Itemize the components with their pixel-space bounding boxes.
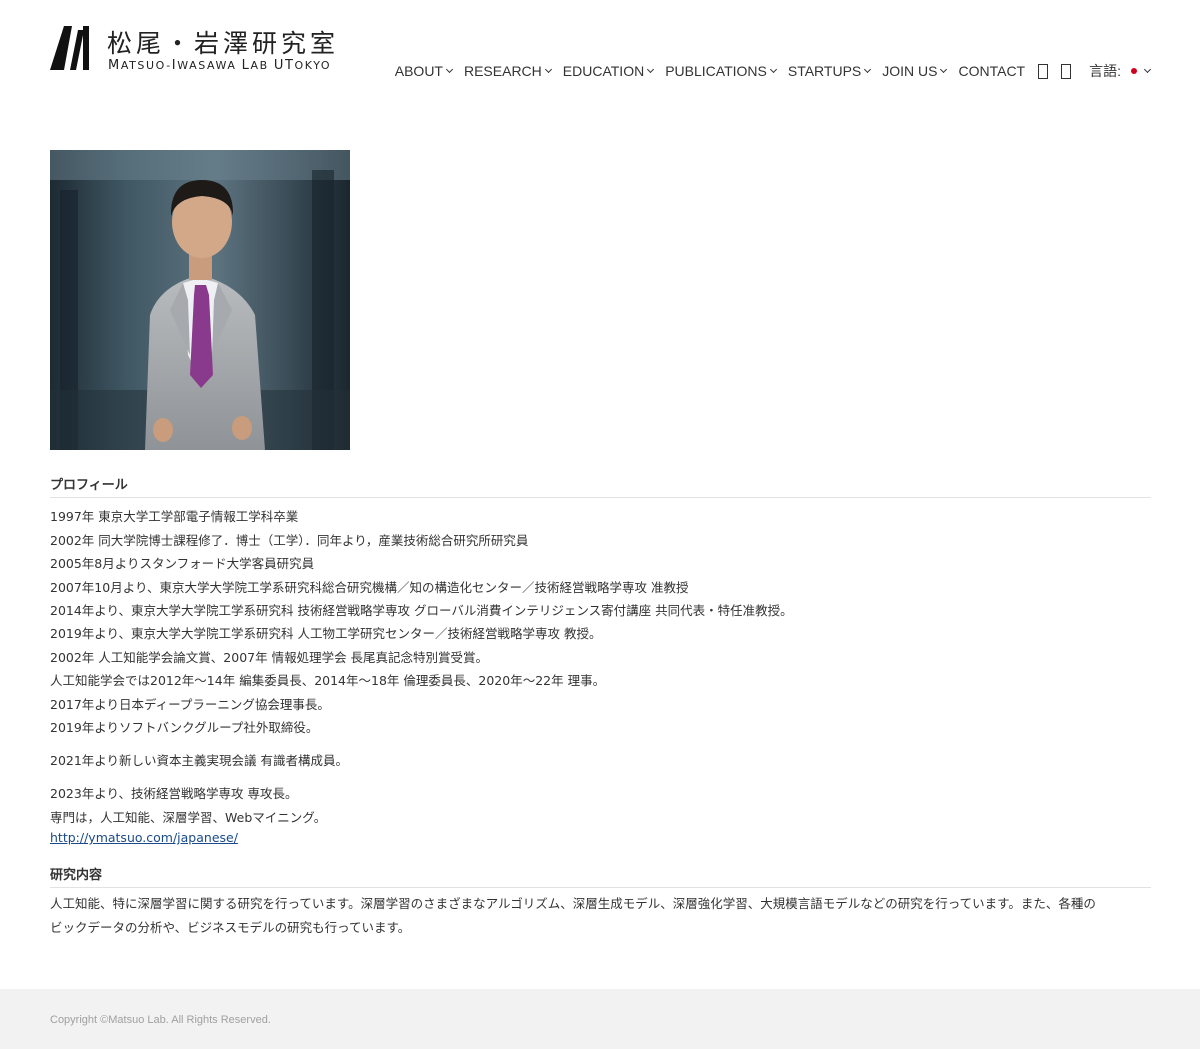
chevron-down-icon [544, 65, 552, 74]
profile-line: 人工知能学会では2012年〜14年 編集委員長、2014年〜18年 倫理委員長、… [50, 673, 606, 688]
chevron-down-icon [445, 65, 454, 74]
logo-japanese-text: 松尾・岩澤研究室 [107, 29, 340, 58]
profile-line: 2017年より日本ディープラーニング協会理事長。 [50, 697, 330, 712]
logo-english-text: MATSUO-IWASAWA LAB UTOKYO [108, 58, 332, 73]
japan-flag-icon [1127, 66, 1141, 76]
profile-line: 2002年 同大学院博士課程修了．博士（工学）．同年より，産業技術総合研究所研究… [50, 533, 529, 548]
nav-startups[interactable]: STARTUPS [788, 63, 872, 79]
portrait-image [50, 150, 350, 450]
logo-mark-icon [50, 26, 89, 70]
chevron-down-icon [940, 65, 948, 74]
chevron-down-icon [769, 65, 777, 74]
profile-heading: プロフィール [50, 474, 1151, 498]
profile-line-2023: 2023年より、技術経営戦略学専攻 専攻長。 [50, 786, 298, 801]
nav-contact[interactable]: CONTACT [958, 63, 1025, 79]
research-heading: 研究内容 [50, 864, 1151, 888]
profile-line: 2005年8月よりスタンフォード大学客員研究員 [50, 556, 315, 571]
nav-join-us[interactable]: JOIN US [882, 63, 948, 79]
menu-icon[interactable] [1061, 63, 1072, 79]
language-selector[interactable]: 言語: [1089, 61, 1152, 81]
research-description: 人工知能、特に深層学習に関する研究を行っています。深層学習のさまざまなアルゴリズ… [50, 892, 1150, 940]
profile-line: 1997年 東京大学工学部電子情報工学科卒業 [50, 509, 299, 524]
research-text-line: ビックデータの分析や、ビジネスモデルの研究も行っています。 [50, 920, 411, 935]
search-icon[interactable] [1038, 63, 1049, 79]
nav-research[interactable]: RESEARCH [464, 63, 552, 79]
language-label: 言語: [1089, 63, 1121, 79]
chevron-down-icon [1143, 65, 1152, 74]
site-logo[interactable]: 松尾・岩澤研究室 MATSUO-IWASAWA LAB UTOKYO [50, 26, 370, 76]
nav-education[interactable]: EDUCATION [563, 63, 655, 79]
profile-line: 2019年よりソフトバンクグループ社外取締役。 [50, 720, 319, 735]
copyright-text: Copyright ©Matsuo Lab. All Rights Reserv… [50, 1014, 271, 1026]
site-footer: Copyright ©Matsuo Lab. All Rights Reserv… [0, 989, 1200, 1049]
profile-specialty: 専門は，人工知能、深層学習、Webマイニング。 [50, 810, 327, 825]
chevron-down-icon [864, 65, 872, 74]
profile-line: 2014年より、東京大学大学院工学系研究科 技術経営戦略学専攻 グローバル消費イ… [50, 603, 793, 618]
research-text-line: 人工知能、特に深層学習に関する研究を行っています。深層学習のさまざまなアルゴリズ… [50, 896, 1096, 911]
profile-line-2021: 2021年より新しい資本主義実現会議 有識者構成員。 [50, 753, 349, 768]
site-header: 松尾・岩澤研究室 MATSUO-IWASAWA LAB UTOKYO ABOUT… [0, 0, 1200, 110]
profile-line: 2019年より、東京大学大学院工学系研究科 人工物工学研究センター／技術経営戦略… [50, 626, 602, 641]
main-nav: ABOUT RESEARCH EDUCATION PUBLICATIONS ST… [395, 61, 1152, 81]
nav-about[interactable]: ABOUT [395, 63, 454, 79]
chevron-down-icon [647, 65, 655, 74]
profile-line: 2007年10月より、東京大学大学院工学系研究科総合研究機構／知の構造化センター… [50, 580, 689, 595]
profile-line: 2002年 人工知能学会論文賞、2007年 情報処理学会 長尾真記念特別賞受賞。 [50, 650, 489, 665]
nav-publications[interactable]: PUBLICATIONS [665, 63, 777, 79]
profile-photo [50, 150, 350, 450]
homepage-link[interactable]: http://ymatsuo.com/japanese/ [50, 830, 238, 845]
